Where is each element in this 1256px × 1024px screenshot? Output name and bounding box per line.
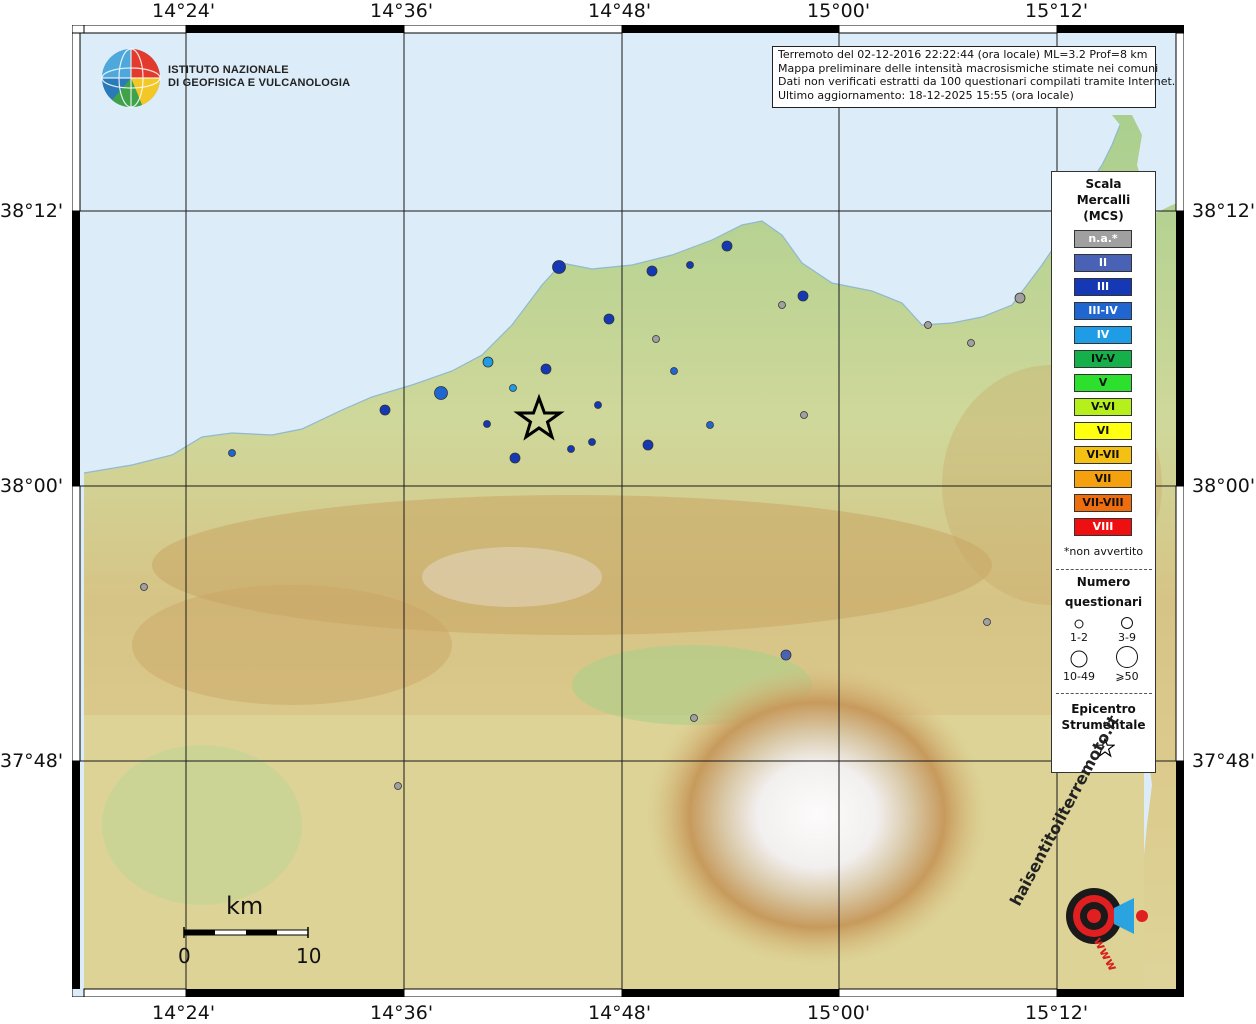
lon-label-bottom-5: 15°12' (1025, 1002, 1089, 1024)
count-class-1: 1-2 (1070, 631, 1088, 644)
lon-label-bottom-3: 14°48' (588, 1002, 652, 1024)
lon-label-bottom-1: 14°24' (152, 1002, 216, 1024)
scale-bar-graphic (183, 927, 309, 938)
nebrodi-peak (422, 547, 602, 607)
locality-marker[interactable] (483, 420, 491, 428)
intensity-swatch: IV-V (1074, 350, 1132, 368)
legend-panel: Scala Mercalli (MCS) n.a.* II III III-IV IV I… (1051, 171, 1156, 773)
intensity-swatch: V-VI (1074, 398, 1132, 416)
intensity-swatch: III (1074, 278, 1132, 296)
event-info-box: Terremoto del 02-12-2016 22:22:44 (ora l… (772, 46, 1176, 108)
intensity-swatch: VI-VII (1074, 446, 1132, 464)
logo-line-2: DI GEOFISICA E VULCANOLOGIA (168, 77, 351, 89)
legend-divider-2 (1056, 693, 1152, 694)
etna-volcano (647, 665, 987, 965)
intensity-swatch: V (1074, 374, 1132, 392)
locality-marker[interactable] (721, 240, 733, 252)
locality-marker[interactable] (594, 401, 602, 409)
locality-marker[interactable] (983, 618, 991, 626)
intensity-swatch: n.a.* (1074, 230, 1132, 248)
locality-marker[interactable] (482, 356, 494, 368)
scale-end: 10 (296, 944, 322, 968)
locality-marker[interactable] (800, 411, 808, 419)
scale-unit: km (226, 892, 264, 920)
locality-marker[interactable] (379, 404, 391, 416)
intensity-swatch: VI (1074, 422, 1132, 440)
locality-marker[interactable] (228, 449, 236, 457)
lat-label-left-1: 38°12' (0, 200, 64, 222)
count-class-4: ⩾50 (1115, 670, 1139, 683)
scale-start: 0 (178, 944, 191, 968)
locality-marker[interactable] (509, 452, 521, 464)
locality-marker[interactable] (509, 384, 517, 392)
info-line-3: Dati non verificati estratti da 100 ques… (778, 75, 1176, 88)
locality-marker[interactable] (1014, 292, 1026, 304)
count-title-1: Numero (1076, 575, 1131, 589)
locality-marker[interactable] (588, 438, 596, 446)
intensity-swatch: VII-VIII (1074, 494, 1132, 512)
lon-label-bottom-4: 15°00' (807, 1002, 871, 1024)
intensity-swatch: VIII (1074, 518, 1132, 536)
locality-marker[interactable] (924, 321, 932, 329)
locality-marker[interactable] (670, 367, 678, 375)
intensity-swatch: VII (1074, 470, 1132, 488)
logo-line-1: ISTITUTO NAZIONALE (168, 64, 289, 76)
intensity-swatch: IV (1074, 326, 1132, 344)
locality-marker[interactable] (603, 313, 615, 325)
ingv-logo-icon (101, 48, 161, 108)
info-line-4: Ultimo aggiornamento: 18-12-2025 15:55 (… (778, 88, 1074, 102)
legend-footnote: *non avvertito (1063, 545, 1144, 558)
legend-title-1: Scala (1085, 177, 1122, 191)
haisentito-logo-icon[interactable] (1030, 860, 1160, 980)
lon-label-top-2: 14°36' (370, 0, 434, 22)
locality-marker[interactable] (646, 265, 658, 277)
count-title-2: questionari (1064, 595, 1143, 609)
locality-marker[interactable] (140, 583, 148, 591)
lon-label-top-4: 15°00' (807, 0, 871, 22)
lat-label-left-2: 38°00' (0, 475, 64, 497)
lat-label-right-1: 38°12' (1192, 200, 1256, 222)
legend-title-3: (MCS) (1083, 209, 1124, 223)
lon-label-top-5: 15°12' (1025, 0, 1089, 22)
map-canvas[interactable] (72, 25, 1184, 997)
lat-label-right-2: 38°00' (1192, 475, 1256, 497)
locality-marker[interactable] (652, 335, 660, 343)
locality-marker[interactable] (540, 363, 552, 375)
locality-marker[interactable] (690, 714, 698, 722)
lon-label-top-3: 14°48' (588, 0, 652, 22)
map-frame (72, 25, 1184, 997)
locality-marker[interactable] (394, 782, 402, 790)
lon-label-top-1: 14°24' (152, 0, 216, 22)
locality-marker[interactable] (552, 260, 566, 274)
intensity-swatch: III-IV (1074, 302, 1132, 320)
lowland-green-2 (102, 745, 302, 905)
locality-marker[interactable] (706, 421, 714, 429)
scale-bar: km 0 10 (178, 892, 330, 972)
count-class-2: 3-9 (1118, 631, 1136, 644)
count-class-3: 10-49 (1063, 670, 1095, 683)
locality-marker[interactable] (686, 261, 694, 269)
ingv-logo-text: ISTITUTO NAZIONALE DI GEOFISICA E VULCAN… (168, 64, 350, 90)
info-line-1: Terremoto del 02-12-2016 22:22:44 (ora l… (778, 48, 1148, 61)
lat-label-left-3: 37°48' (0, 750, 64, 772)
locality-marker[interactable] (778, 301, 786, 309)
lon-label-bottom-2: 14°36' (370, 1002, 434, 1024)
info-line-2: Mappa preliminare delle intensità macros… (778, 61, 1159, 75)
legend-title-2: Mercalli (1076, 193, 1131, 207)
intensity-swatch: II (1074, 254, 1132, 272)
lat-label-right-3: 37°48' (1192, 750, 1256, 772)
locality-marker[interactable] (567, 445, 575, 453)
locality-marker[interactable] (434, 386, 448, 400)
legend-divider-1 (1056, 569, 1152, 570)
locality-marker[interactable] (797, 290, 809, 302)
locality-marker[interactable] (780, 649, 792, 661)
locality-marker[interactable] (967, 339, 975, 347)
locality-marker[interactable] (642, 439, 654, 451)
